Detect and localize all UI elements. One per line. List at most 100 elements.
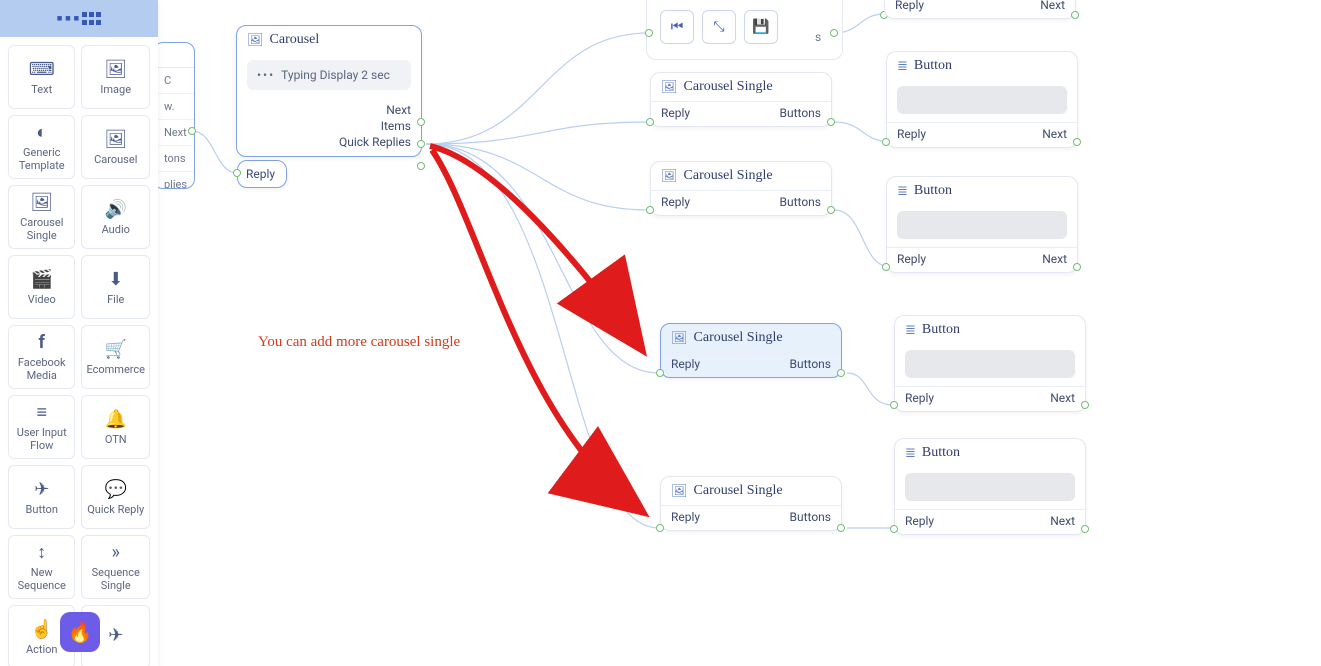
palette-file[interactable]: ⬇File [81,255,150,319]
palette-label: Video [28,293,56,306]
btn-title: Button [914,58,952,74]
palette-label: Quick Reply [87,503,144,516]
palette-carousel-single[interactable]: 🖼Carousel Single [8,185,75,249]
reply-mini-node[interactable]: Reply [237,160,287,188]
port[interactable] [830,29,838,37]
bell-icon: 🔔 [105,409,127,430]
partial-node-left[interactable]: C w. Next tons plies [153,42,195,189]
button-node-0[interactable]: Reply Next [884,0,1076,19]
carousel-single-node-4[interactable]: 🖼Carousel Single Reply Buttons [660,476,842,531]
port[interactable] [656,369,664,377]
cs-buttons: Buttons [780,195,822,209]
palette-label: Button [26,503,58,516]
btn-title: Button [922,322,960,338]
sidebar-header[interactable]: ▪▪▪ [0,0,158,37]
list-icon: ≣ [905,322,916,338]
palette-otn[interactable]: 🔔 OTN [81,395,150,459]
list-icon: ≣ [897,183,908,199]
palette-label: Carousel Single [13,216,70,242]
palette-text[interactable]: ⌨Text [8,45,75,109]
carousel-title: Carousel [270,32,320,48]
port[interactable] [837,524,845,532]
toolbar-btn-reset[interactable]: ⏮ [660,10,694,44]
send-icon: ✈ [34,479,49,500]
cs-reply: Reply [671,357,700,371]
image-icon: 🖼 [247,32,264,48]
port[interactable] [1073,263,1081,271]
port-items[interactable] [417,140,425,148]
reply-mini-label: Reply [238,161,286,187]
palette-label: Image [100,83,131,96]
toolbar-btn-fit[interactable]: ⤡ [702,10,736,44]
button-placeholder [897,86,1067,114]
carousel-node[interactable]: 🖼 Carousel ••• Typing Display 2 sec Next… [236,25,422,157]
carousel-typing: ••• Typing Display 2 sec [247,60,411,90]
port[interactable] [645,29,653,37]
carousel-single-node-2[interactable]: 🖼Carousel Single Reply Buttons [650,161,832,216]
carousel-single-node-3-selected[interactable]: 🖼Carousel Single Reply Buttons [660,323,842,378]
port[interactable] [1081,525,1089,533]
port[interactable] [882,138,890,146]
carousel-out-items[interactable]: Items [247,118,411,134]
partial-node-letter: C [154,68,194,94]
btn-reply: Reply [905,391,934,405]
port[interactable] [233,169,241,177]
partial-node-tons: tons [154,146,194,172]
button-node-3[interactable]: ≣Button Reply Next [894,315,1086,412]
help-launcher[interactable]: 🔥 [60,612,100,652]
palette-label: OTN [105,433,127,446]
carousel-out-next[interactable]: Next [247,102,411,118]
grid-icon: ▪▪▪ [56,8,81,29]
btn-title: Button [914,183,952,199]
chevrons-icon: » [112,542,120,563]
grid-icon-svg [82,12,102,26]
list-icon: ≣ [897,58,908,74]
port[interactable] [1081,401,1089,409]
button-node-2[interactable]: ≣Button Reply Next [886,176,1078,273]
port[interactable] [837,369,845,377]
flame-icon: 🔥 [66,618,95,646]
port-quickreplies[interactable] [417,162,425,170]
port[interactable] [1073,138,1081,146]
port[interactable] [1071,11,1079,19]
toolbar-btn-save[interactable]: 💾 [744,10,778,44]
btn-next: Next [1042,127,1067,141]
carousel-single-node-1[interactable]: 🖼Carousel Single Reply Buttons [650,72,832,127]
port[interactable] [646,206,654,214]
palette-grid: ⌨Text 🖼Image ◐Generic Template 🖼Carousel… [0,37,158,666]
palette-label: Text [31,83,52,96]
port[interactable] [827,206,835,214]
button-node-1[interactable]: ≣Button Reply Next [886,51,1078,148]
button-node-4[interactable]: ≣Button Reply Next [894,438,1086,535]
btn-next: Next [1040,0,1065,12]
btn-reply: Reply [897,252,926,266]
palette-new-sequence[interactable]: ↕New Sequence [8,535,75,599]
palette-carousel[interactable]: 🖼Carousel [81,115,150,179]
palette-label: Facebook Media [13,356,70,382]
port[interactable] [188,127,196,135]
palette-image[interactable]: 🖼Image [81,45,150,109]
palette-sequence-single[interactable]: »Sequence Single [81,535,150,599]
palette-label: Audio [102,223,130,236]
palette-video[interactable]: 🎬Video [8,255,75,319]
palette-generic-template[interactable]: ◐Generic Template [8,115,75,179]
palette-button[interactable]: ✈ Button [8,465,75,529]
port[interactable] [646,118,654,126]
palette-facebook-media[interactable]: fFacebook Media [8,325,75,389]
port[interactable] [882,263,890,271]
cs-title: Carousel Single [684,79,773,95]
palette-ecommerce[interactable]: 🛒Ecommerce [81,325,150,389]
port[interactable] [890,401,898,409]
port-next[interactable] [417,118,425,126]
carousel-out-qr[interactable]: Quick Replies [247,134,411,150]
port[interactable] [890,525,898,533]
palette-label: Action [26,643,58,656]
palette-quick-reply[interactable]: 💬Quick Reply [81,465,150,529]
cs-title: Carousel Single [694,330,783,346]
palette-audio[interactable]: 🔊Audio [81,185,150,249]
port[interactable] [827,118,835,126]
port[interactable] [656,524,664,532]
cs-reply: Reply [661,195,690,209]
palette-user-input-flow[interactable]: ≡User Input Flow [8,395,75,459]
hand-icon: ☝ [31,619,53,640]
